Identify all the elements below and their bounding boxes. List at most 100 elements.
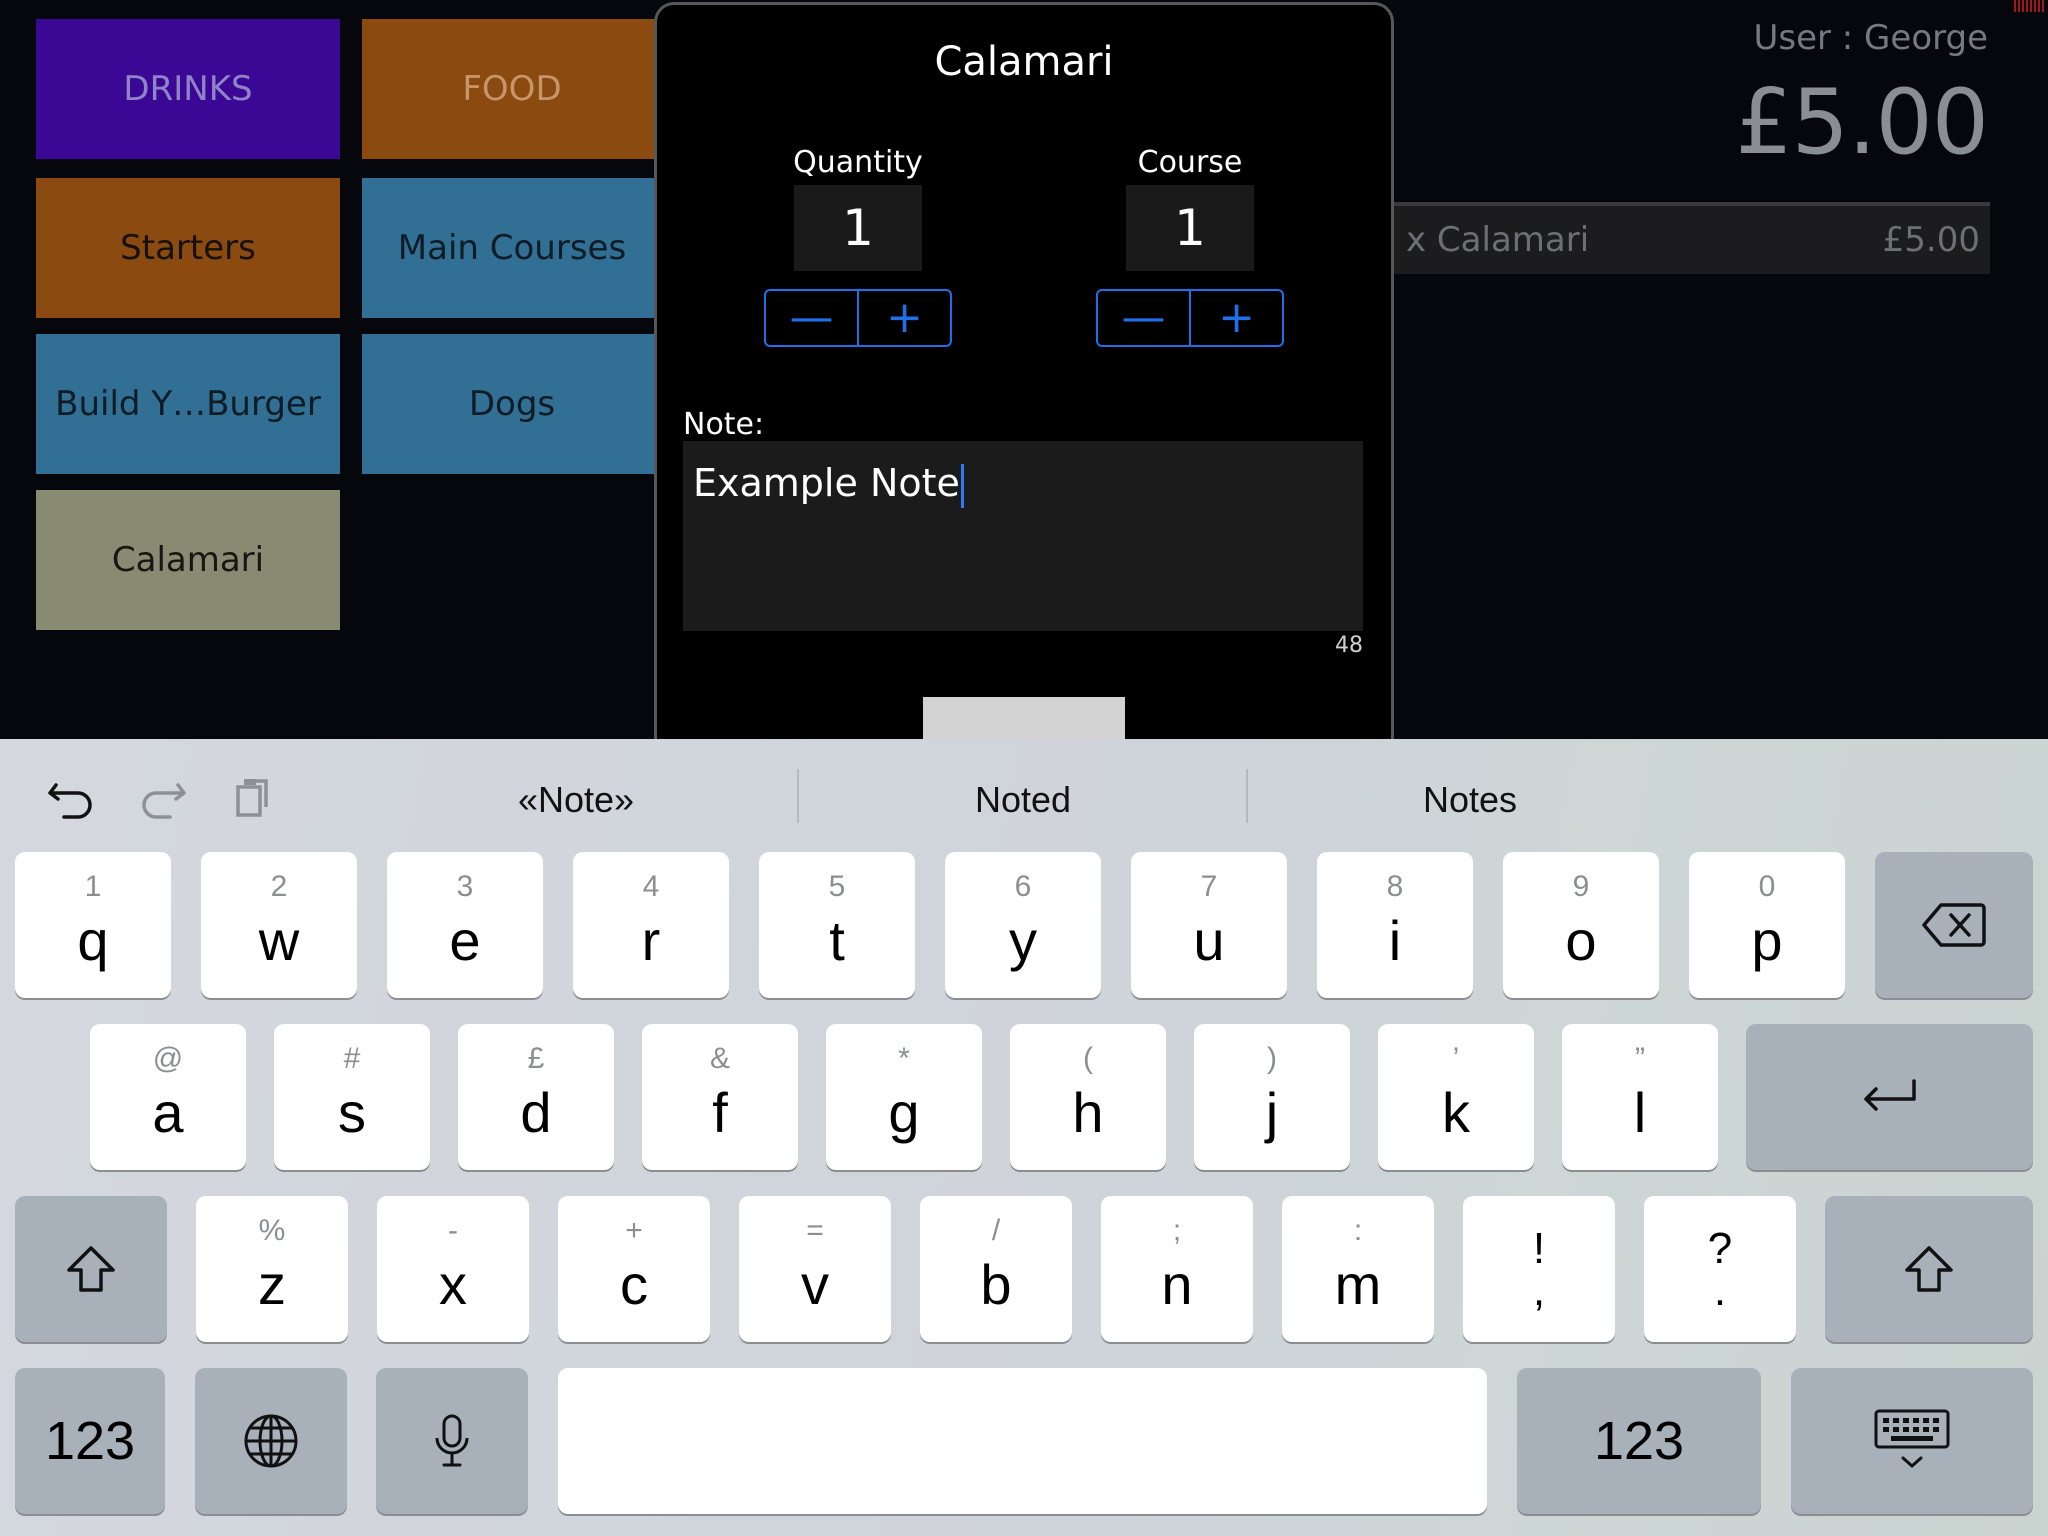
note-char-count: 48	[1335, 633, 1363, 658]
quantity-decrement-button[interactable]: —	[766, 291, 857, 345]
key-t[interactable]: 5t	[759, 852, 915, 998]
category-build-your-burger[interactable]: Build Y…Burger	[36, 334, 340, 474]
key-char: c	[620, 1253, 648, 1316]
key-z[interactable]: % z	[196, 1196, 348, 1342]
key-e[interactable]: 3e	[387, 852, 543, 998]
key-a[interactable]: @ a	[90, 1024, 246, 1170]
key-char: e	[449, 909, 481, 972]
category-main-courses[interactable]: Main Courses	[362, 178, 662, 318]
key-alt: 8	[1386, 870, 1404, 903]
course-label: Course	[1137, 145, 1243, 180]
key-l[interactable]: ” l	[1562, 1024, 1718, 1170]
quantity-stepper[interactable]: — +	[764, 289, 952, 347]
dictation-key[interactable]	[376, 1368, 528, 1514]
key-s[interactable]: # s	[274, 1024, 430, 1170]
key-char: m	[1334, 1253, 1382, 1316]
key-char: r	[641, 909, 661, 972]
note-text: Example Note	[693, 461, 960, 505]
course-stepper[interactable]: — +	[1096, 289, 1284, 347]
key-char: f	[712, 1081, 728, 1144]
course-value: 1	[1126, 185, 1254, 271]
key-o[interactable]: 9o	[1503, 852, 1659, 998]
backspace-key[interactable]	[1875, 852, 2033, 998]
key-d[interactable]: £ d	[458, 1024, 614, 1170]
numbers-label: 123	[1593, 1411, 1685, 1471]
quantity-label: Quantity	[793, 145, 923, 180]
key-h[interactable]: (h	[1010, 1024, 1166, 1170]
key-v[interactable]: = v	[739, 1196, 891, 1342]
key-g[interactable]: * g	[826, 1024, 982, 1170]
space-bar[interactable]	[558, 1368, 1487, 1514]
key-j[interactable]: ) j	[1194, 1024, 1350, 1170]
key-char: .	[1713, 1266, 1727, 1315]
status-indicator	[2014, 0, 2044, 12]
course-decrement-button[interactable]: —	[1098, 291, 1189, 345]
backspace-icon	[1875, 852, 2033, 998]
key-exclamation-comma[interactable]: !,	[1463, 1196, 1615, 1342]
key-char: q	[77, 909, 109, 972]
key-k[interactable]: ’ k	[1378, 1024, 1534, 1170]
text-caret	[960, 463, 964, 508]
course-increment-button[interactable]: +	[1189, 291, 1282, 345]
key-char: p	[1751, 909, 1783, 972]
item-options-dialog: Calamari Quantity 1 — + Course 1 — + Not…	[654, 2, 1394, 767]
key-w[interactable]: 2w	[201, 852, 357, 998]
category-food[interactable]: FOOD	[362, 19, 662, 159]
key-alt: 6	[1014, 870, 1032, 903]
key-alt: %	[258, 1214, 286, 1247]
key-alt: 5	[828, 870, 846, 903]
order-line-item[interactable]: x Calamari £5.00	[1394, 202, 1990, 274]
clipboard-icon[interactable]	[228, 771, 282, 825]
dismiss-keyboard-key[interactable]	[1791, 1368, 2033, 1514]
note-textarea[interactable]: Example Note	[683, 441, 1363, 631]
order-total: £5.00	[1735, 70, 1989, 175]
quantity-increment-button[interactable]: +	[857, 291, 950, 345]
return-key[interactable]	[1746, 1024, 2033, 1170]
key-alt: ;	[1172, 1214, 1182, 1247]
key-char: y	[1009, 909, 1037, 972]
key-char: z	[258, 1253, 286, 1316]
numbers-key-left[interactable]: 123	[15, 1368, 165, 1514]
key-char: b	[980, 1253, 1012, 1316]
shift-key-right[interactable]	[1825, 1196, 2033, 1342]
key-i[interactable]: 8i	[1317, 852, 1473, 998]
key-r[interactable]: 4r	[573, 852, 729, 998]
key-b[interactable]: / b	[920, 1196, 1072, 1342]
key-q[interactable]: 1q	[15, 852, 171, 998]
key-alt: @	[152, 1042, 184, 1075]
undo-icon[interactable]	[44, 771, 98, 825]
category-starters[interactable]: Starters	[36, 178, 340, 318]
key-question-period[interactable]: ?.	[1644, 1196, 1796, 1342]
key-alt: ’	[1452, 1042, 1460, 1075]
key-c[interactable]: + c	[558, 1196, 710, 1342]
key-alt: )	[1267, 1042, 1277, 1075]
key-x[interactable]: -x	[377, 1196, 529, 1342]
quantity-value: 1	[794, 185, 922, 271]
globe-key[interactable]	[195, 1368, 347, 1514]
key-y[interactable]: 6y	[945, 852, 1101, 998]
suggestion-1[interactable]: «Note»	[356, 779, 796, 821]
key-alt: 7	[1200, 870, 1218, 903]
key-char: i	[1388, 909, 1402, 972]
key-f[interactable]: & f	[642, 1024, 798, 1170]
category-drinks[interactable]: DRINKS	[36, 19, 340, 159]
key-char: s	[338, 1081, 366, 1144]
key-p[interactable]: 0p	[1689, 852, 1845, 998]
numbers-key-right[interactable]: 123	[1517, 1368, 1761, 1514]
key-u[interactable]: 7u	[1131, 852, 1287, 998]
shift-key-left[interactable]	[15, 1196, 167, 1342]
key-char: k	[1442, 1081, 1470, 1144]
suggestion-3[interactable]: Notes	[1250, 779, 1690, 821]
category-dogs[interactable]: Dogs	[362, 334, 662, 474]
keyboard-dismiss-icon	[1791, 1368, 2033, 1514]
key-char: j	[1265, 1081, 1279, 1144]
suggestion-2[interactable]: Noted	[803, 779, 1243, 821]
redo-icon[interactable]	[136, 771, 190, 825]
key-alt: /	[991, 1214, 1001, 1247]
key-n[interactable]: ; n	[1101, 1196, 1253, 1342]
key-char: w	[258, 909, 300, 972]
key-char: o	[1565, 909, 1597, 972]
key-alt: 4	[642, 870, 660, 903]
key-m[interactable]: :m	[1282, 1196, 1434, 1342]
menu-item-calamari[interactable]: Calamari	[36, 490, 340, 630]
